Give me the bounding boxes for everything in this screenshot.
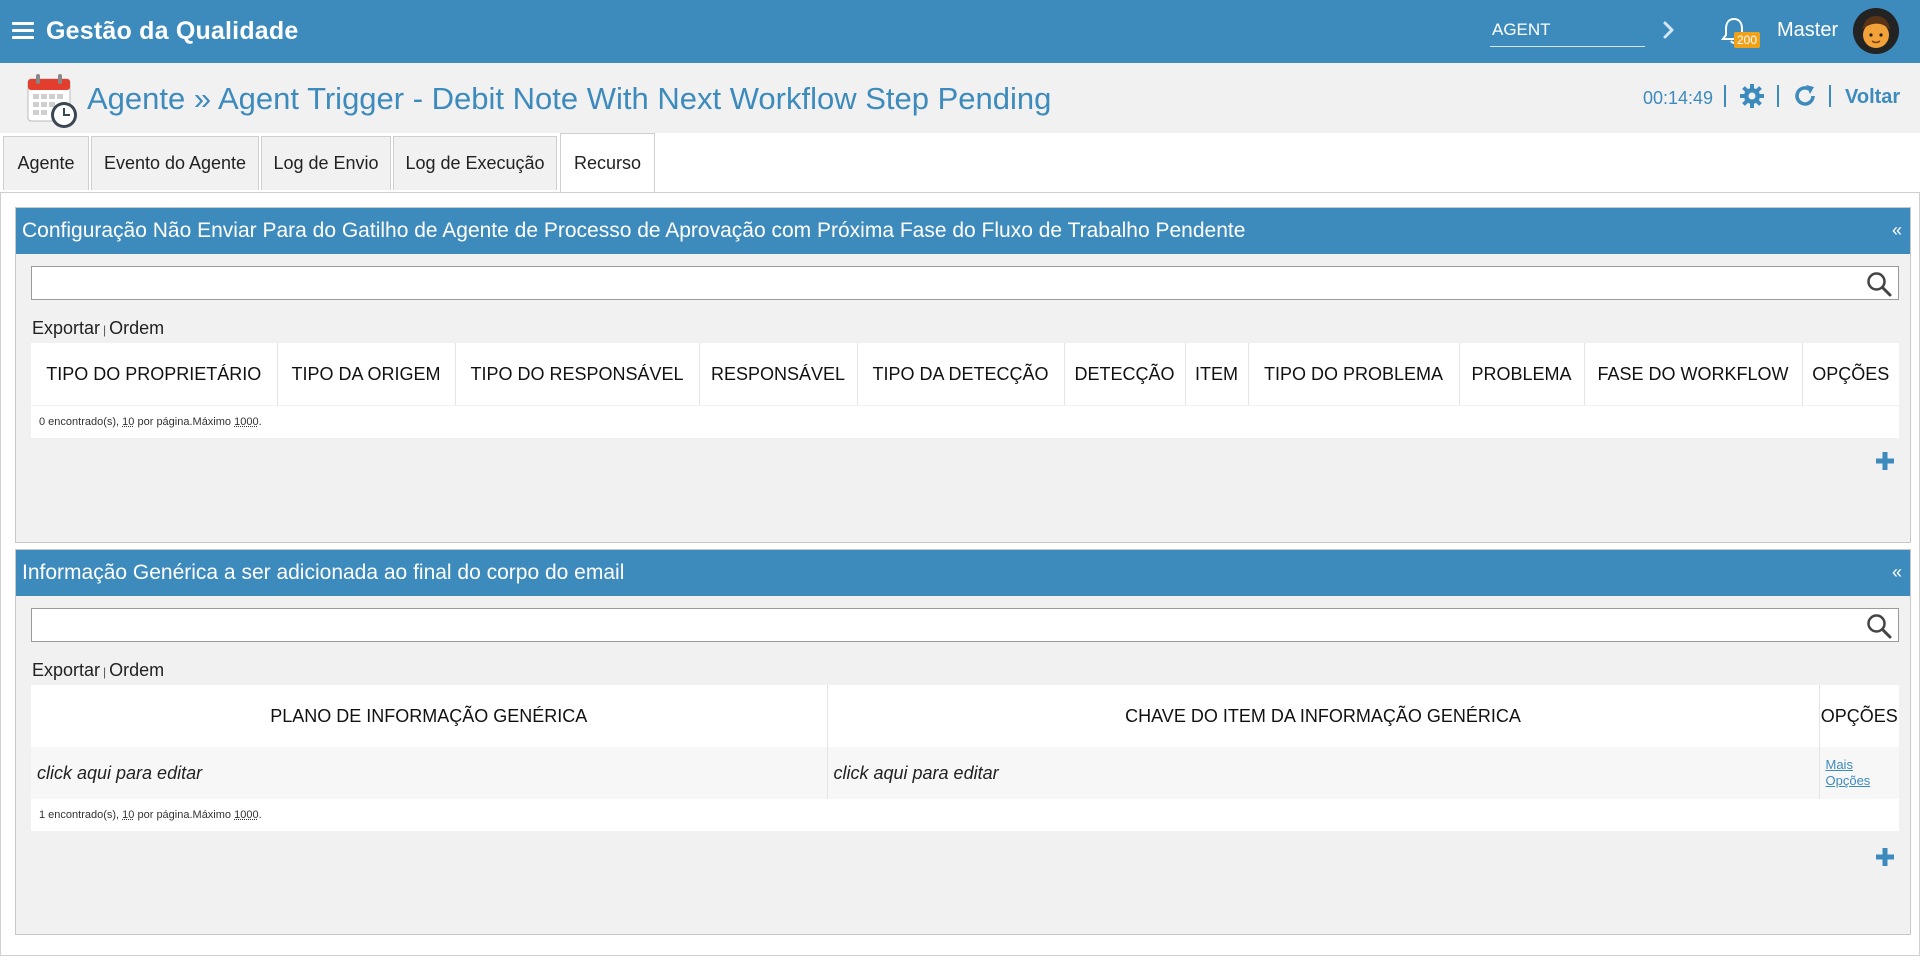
table-row: click aqui para editar click aqui para e… — [31, 747, 1899, 799]
back-link[interactable]: Voltar — [1845, 86, 1900, 109]
panel-nao-enviar-para: Configuração Não Enviar Para do Gatilho … — [15, 207, 1911, 543]
panel-informacao-generica: Informação Genérica a ser adicionada ao … — [15, 549, 1911, 935]
notification-badge: 200 — [1734, 32, 1761, 48]
avatar[interactable] — [1853, 8, 1899, 54]
separator: | — [103, 665, 107, 679]
order-link[interactable]: Ordem — [109, 318, 164, 338]
column-header[interactable]: TIPO DA ORIGEM — [277, 343, 456, 405]
pager-end: . — [258, 416, 262, 428]
column-header[interactable]: DETECÇÃO — [1064, 343, 1186, 405]
content-area: Configuração Não Enviar Para do Gatilho … — [0, 192, 1920, 956]
export-link[interactable]: Exportar — [32, 660, 100, 680]
gear-icon[interactable] — [1739, 83, 1765, 109]
max-value[interactable]: 1000 — [234, 416, 258, 428]
per-page-value[interactable]: 10 — [122, 809, 134, 821]
mais-opcoes-link[interactable]: Mais — [1826, 757, 1900, 773]
order-link[interactable]: Ordem — [109, 660, 164, 680]
column-header[interactable]: TIPO DO PROPRIETÁRIO — [31, 343, 278, 405]
data-table: PLANO DE INFORMAÇÃO GENÉRICA CHAVE DO IT… — [31, 685, 1899, 799]
top-bar: Gestão da Qualidade 200 Master — [0, 0, 1920, 63]
pagination-info: 0 encontrado(s), 10 por página.Máximo 10… — [31, 406, 1899, 438]
app-title: Gestão da Qualidade — [46, 17, 299, 45]
collapse-icon[interactable]: « — [1892, 562, 1902, 583]
page-header: Agente » Agent Trigger - Debit Note With… — [0, 63, 1920, 133]
pagination-info: 1 encontrado(s), 10 por página.Máximo 10… — [31, 799, 1899, 831]
plus-icon[interactable] — [1874, 450, 1896, 472]
per-page-value[interactable]: 10 — [122, 416, 134, 428]
menu-icon[interactable] — [12, 22, 34, 40]
plus-icon[interactable] — [1874, 846, 1896, 868]
column-header[interactable]: TIPO DO PROBLEMA — [1248, 343, 1460, 405]
tab-recurso[interactable]: Recurso — [560, 133, 655, 193]
export-link[interactable]: Exportar — [32, 318, 100, 338]
panel-title: Informação Genérica a ser adicionada ao … — [22, 561, 625, 584]
max-value[interactable]: 1000 — [234, 809, 258, 821]
search-input[interactable] — [31, 608, 1899, 642]
table-actions: Exportar | Ordem — [32, 318, 164, 339]
tab-log-de-execucao[interactable]: Log de Execução — [393, 136, 557, 190]
separator — [1829, 85, 1831, 107]
table-header-row: PLANO DE INFORMAÇÃO GENÉRICA CHAVE DO IT… — [31, 685, 1899, 747]
table-header-row: TIPO DO PROPRIETÁRIO TIPO DA ORIGEM TIPO… — [31, 343, 1899, 405]
search-input[interactable] — [31, 266, 1899, 300]
collapse-icon[interactable]: « — [1892, 220, 1902, 241]
page-title: Agente » Agent Trigger - Debit Note With… — [87, 81, 1052, 116]
options-cell: Mais Opções — [1819, 747, 1899, 799]
panel-header: Informação Genérica a ser adicionada ao … — [16, 550, 1910, 596]
user-name[interactable]: Master — [1777, 19, 1838, 42]
chevron-right-icon[interactable] — [1660, 18, 1678, 42]
session-timer: 00:14:49 — [1643, 88, 1714, 108]
panel-title: Configuração Não Enviar Para do Gatilho … — [22, 219, 1246, 242]
column-header[interactable]: TIPO DA DETECÇÃO — [857, 343, 1065, 405]
per-page-label: por página.Máximo — [137, 416, 232, 428]
panel-header: Configuração Não Enviar Para do Gatilho … — [16, 208, 1910, 254]
agent-search-input[interactable] — [1490, 13, 1645, 47]
column-header[interactable]: RESPONSÁVEL — [699, 343, 858, 405]
refresh-icon[interactable] — [1792, 83, 1818, 109]
column-header[interactable]: PLANO DE INFORMAÇÃO GENÉRICA — [31, 685, 828, 747]
tab-bar: Agente Evento do Agente Log de Envio Log… — [0, 133, 1920, 193]
editable-cell[interactable]: click aqui para editar — [31, 747, 828, 799]
pager-end: . — [258, 809, 262, 821]
per-page-label: por página.Máximo — [137, 809, 232, 821]
editable-cell[interactable]: click aqui para editar — [827, 747, 1820, 799]
column-header[interactable]: TIPO DO RESPONSÁVEL — [455, 343, 700, 405]
data-table: TIPO DO PROPRIETÁRIO TIPO DA ORIGEM TIPO… — [31, 343, 1899, 405]
separator — [1724, 85, 1726, 107]
table-actions: Exportar | Ordem — [32, 660, 164, 681]
found-count: 0 encontrado(s), — [39, 416, 120, 428]
column-header[interactable]: ITEM — [1185, 343, 1249, 405]
column-header[interactable]: FASE DO WORKFLOW — [1584, 343, 1803, 405]
column-header: OPÇÕES — [1802, 343, 1899, 405]
separator — [1777, 85, 1779, 107]
column-header: OPÇÕES — [1819, 685, 1899, 747]
separator: | — [103, 323, 107, 337]
search-icon[interactable] — [1866, 271, 1892, 297]
tab-log-de-envio[interactable]: Log de Envio — [261, 136, 391, 190]
column-header[interactable]: PROBLEMA — [1459, 343, 1585, 405]
tab-evento-do-agente[interactable]: Evento do Agente — [91, 136, 259, 190]
column-header[interactable]: CHAVE DO ITEM DA INFORMAÇÃO GENÉRICA — [827, 685, 1820, 747]
calendar-clock-icon — [27, 74, 77, 128]
mais-opcoes-link[interactable]: Opções — [1826, 773, 1900, 789]
search-icon[interactable] — [1866, 613, 1892, 639]
tab-agente[interactable]: Agente — [3, 136, 89, 190]
found-count: 1 encontrado(s), — [39, 809, 120, 821]
